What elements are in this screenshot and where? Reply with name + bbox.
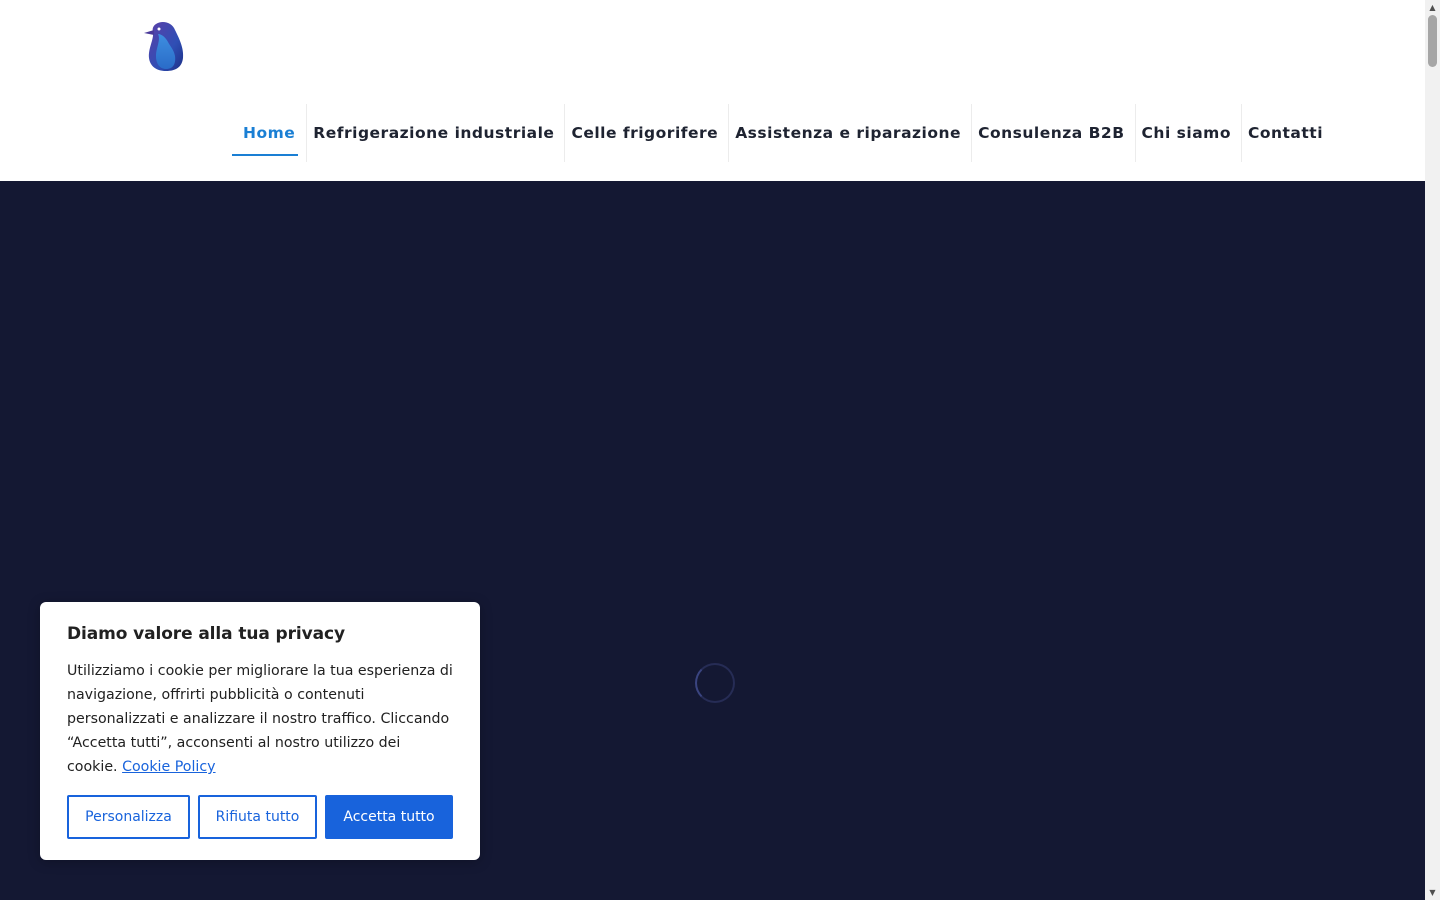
loading-spinner-icon (695, 663, 735, 703)
scroll-up-arrow-icon[interactable]: ▲ (1425, 0, 1440, 15)
cookie-policy-link[interactable]: Cookie Policy (122, 759, 215, 775)
accept-all-button[interactable]: Accetta tutto (325, 795, 453, 839)
nav-assistenza-riparazione[interactable]: Assistenza e riparazione (728, 104, 971, 162)
reject-all-button[interactable]: Rifiuta tutto (198, 795, 317, 839)
scroll-thumb[interactable] (1428, 15, 1437, 67)
main-nav: Home Refrigerazione industriale Celle fr… (232, 104, 1333, 162)
cookie-button-row: Personalizza Rifiuta tutto Accetta tutto (67, 795, 453, 839)
cookie-consent-banner: Diamo valore alla tua privacy Utilizziam… (40, 602, 480, 860)
nav-contatti[interactable]: Contatti (1240, 104, 1333, 162)
nav-celle-frigorifere[interactable]: Celle frigorifere (564, 104, 728, 162)
penguin-logo-icon[interactable] (142, 20, 186, 74)
site-header: Home Refrigerazione industriale Celle fr… (0, 0, 1425, 181)
page-scrollbar[interactable]: ▲ ▼ (1425, 0, 1440, 900)
nav-refrigerazione-industriale[interactable]: Refrigerazione industriale (306, 104, 564, 162)
cookie-banner-title: Diamo valore alla tua privacy (67, 624, 345, 644)
nav-chi-siamo[interactable]: Chi siamo (1134, 104, 1241, 162)
cookie-banner-text: Utilizziamo i cookie per migliorare la t… (67, 663, 453, 775)
nav-home[interactable]: Home (232, 104, 306, 162)
customize-button[interactable]: Personalizza (67, 795, 190, 839)
scroll-down-arrow-icon[interactable]: ▼ (1425, 885, 1440, 900)
nav-consulenza-b2b[interactable]: Consulenza B2B (971, 104, 1134, 162)
